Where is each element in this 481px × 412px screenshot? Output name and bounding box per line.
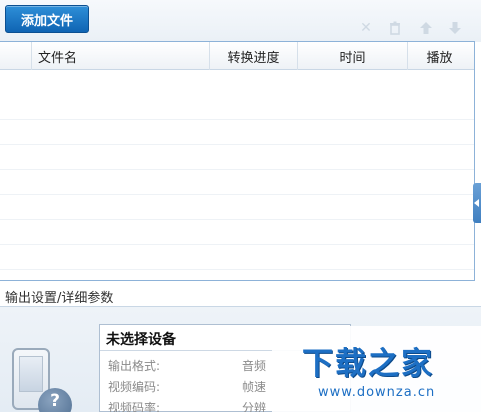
list-row	[0, 95, 474, 120]
watermark-logo: 下载之家	[302, 346, 434, 382]
param-label-video-bitrate: 视频码率:	[108, 401, 161, 412]
list-row	[0, 145, 474, 170]
output-settings-label: 输出设置/详细参数	[5, 291, 114, 306]
column-header-filename[interactable]: 文件名	[31, 42, 209, 70]
list-row	[0, 195, 474, 220]
param-label-output-format: 输出格式:	[108, 359, 161, 373]
device-screen	[19, 356, 43, 392]
param-value-video-codec: 帧速	[242, 380, 267, 394]
trash-icon[interactable]	[386, 19, 404, 37]
device-title: 未选择设备	[106, 332, 176, 348]
list-row	[0, 170, 474, 195]
param-label-video-codec: 视频编码:	[108, 380, 161, 394]
file-list-header: 文件名 转换进度 时间 播放	[0, 42, 474, 70]
param-value-video-bitrate: 分辨	[242, 401, 267, 412]
list-row	[0, 220, 474, 245]
file-list: 文件名 转换进度 时间 播放	[0, 41, 475, 281]
watermark-url: www.downza.cn	[318, 385, 436, 400]
collapse-panel-tab[interactable]	[473, 183, 481, 223]
column-header-progress[interactable]: 转换进度	[209, 42, 297, 70]
column-header-play[interactable]: 播放	[407, 42, 471, 70]
watermark: 下载之家 www.downza.cn	[272, 326, 481, 412]
list-row	[0, 245, 474, 270]
move-down-icon[interactable]	[446, 19, 464, 37]
list-row	[0, 120, 474, 145]
add-file-button[interactable]: 添加文件	[5, 5, 89, 33]
move-up-icon[interactable]	[417, 19, 435, 37]
toolbar: 添加文件 ✕	[0, 0, 481, 42]
param-value-output-format: 音频	[242, 359, 267, 373]
column-header-time[interactable]: 时间	[297, 42, 407, 70]
delete-icon[interactable]: ✕	[357, 19, 375, 37]
